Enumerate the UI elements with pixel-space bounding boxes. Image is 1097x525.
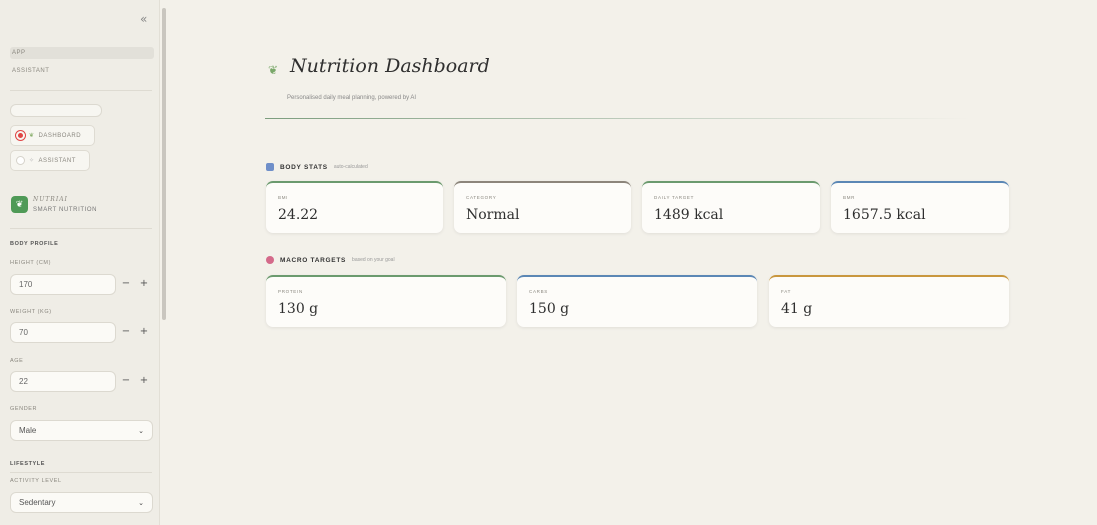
sidebar-scrollbar[interactable]: [162, 8, 166, 320]
macro-targets-header: MACRO TARGETS based on your goal: [266, 256, 395, 264]
macro-card-fat: FAT 41 g: [769, 275, 1009, 327]
weight-label: WEIGHT (KG): [10, 309, 52, 315]
chevron-down-icon: ⌄: [138, 426, 144, 435]
macro-value: 41 g: [781, 301, 813, 317]
radio-unselected-icon[interactable]: [16, 156, 25, 165]
macro-card-carbs: CARBS 150 g: [517, 275, 757, 327]
nav-item-assistant[interactable]: ASSISTANT: [10, 65, 154, 77]
macro-value: 150 g: [529, 301, 570, 317]
gender-value: Male: [19, 426, 37, 435]
page-subtitle: Personalised daily meal planning, powere…: [287, 95, 417, 101]
brand-subtitle: SMART NUTRITION: [33, 207, 98, 213]
section-label-body-profile: BODY PROFILE: [10, 241, 59, 247]
height-label: HEIGHT (CM): [10, 260, 52, 266]
stat-card-daily-target: DAILY TARGET 1489 kcal: [642, 181, 820, 233]
weight-increment-button[interactable]: +: [138, 326, 150, 337]
collapse-sidebar-icon[interactable]: «: [140, 12, 147, 26]
sprout-icon: ❦: [268, 63, 279, 77]
sidebar: « APP ASSISTANT ❦ DASHBOARD ✧ ASSISTANT …: [0, 0, 160, 525]
gender-select[interactable]: Male ⌄: [10, 420, 153, 441]
age-increment-button[interactable]: +: [138, 375, 150, 386]
nav-item-app[interactable]: APP: [10, 47, 154, 59]
radio-selected-icon[interactable]: [16, 131, 25, 140]
sparkle-icon: ✧: [29, 158, 35, 164]
age-label: AGE: [10, 358, 24, 364]
gender-label: GENDER: [10, 406, 38, 412]
stat-value: Normal: [466, 207, 520, 223]
page-title: Nutrition Dashboard: [290, 55, 490, 77]
weight-input[interactable]: 70: [10, 322, 116, 343]
divider: [10, 90, 152, 91]
page-option-label: DASHBOARD: [38, 132, 82, 139]
bar-chart-icon: [266, 163, 274, 171]
brand-name: NUTRIAI: [33, 196, 68, 203]
stat-value: 1489 kcal: [654, 207, 724, 223]
macro-card-protein: PROTEIN 130 g: [266, 275, 506, 327]
weight-decrement-button[interactable]: −: [120, 326, 132, 337]
stat-label: BMI: [278, 195, 289, 200]
age-input[interactable]: 22: [10, 371, 116, 392]
page-option-assistant[interactable]: ✧ ASSISTANT: [10, 150, 90, 171]
height-decrement-button[interactable]: −: [120, 278, 132, 289]
stat-label: BMR: [843, 195, 856, 200]
macro-label: CARBS: [529, 289, 549, 294]
macro-value: 130 g: [278, 301, 319, 317]
activity-level-label: ACTIVITY LEVEL: [10, 478, 62, 484]
section-note: based on your goal: [352, 257, 395, 263]
height-increment-button[interactable]: +: [138, 278, 150, 289]
activity-level-value: Sedentary: [19, 498, 56, 507]
divider: [10, 472, 152, 473]
page-option-label: ASSISTANT: [38, 157, 76, 164]
macro-label: FAT: [781, 289, 792, 294]
stat-card-bmi: BMI 24.22: [266, 181, 443, 233]
macro-label: PROTEIN: [278, 289, 303, 294]
divider: [10, 228, 152, 229]
sprout-icon: ❦: [29, 133, 35, 139]
page-option-dashboard[interactable]: ❦ DASHBOARD: [10, 125, 95, 146]
stat-card-category: CATEGORY Normal: [454, 181, 631, 233]
section-label-lifestyle: LIFESTYLE: [10, 461, 46, 467]
age-decrement-button[interactable]: −: [120, 375, 132, 386]
section-note: auto-calculated: [333, 164, 368, 170]
stat-value: 24.22: [278, 207, 319, 223]
section-title: BODY STATS: [280, 163, 328, 171]
height-input[interactable]: 170: [10, 274, 116, 295]
section-title: MACRO TARGETS: [280, 256, 347, 264]
target-icon: [266, 256, 274, 264]
stat-card-bmr: BMR 1657.5 kcal: [831, 181, 1009, 233]
page-search-input[interactable]: [10, 104, 102, 117]
body-stats-header: BODY STATS auto-calculated: [266, 163, 368, 171]
chevron-down-icon: ⌄: [138, 498, 144, 507]
stat-label: DAILY TARGET: [654, 195, 695, 200]
stat-label: CATEGORY: [466, 195, 497, 200]
stat-value: 1657.5 kcal: [843, 207, 926, 223]
brand-logo-icon: ❦: [11, 196, 28, 213]
divider: [265, 118, 970, 119]
activity-level-select[interactable]: Sedentary ⌄: [10, 492, 153, 513]
